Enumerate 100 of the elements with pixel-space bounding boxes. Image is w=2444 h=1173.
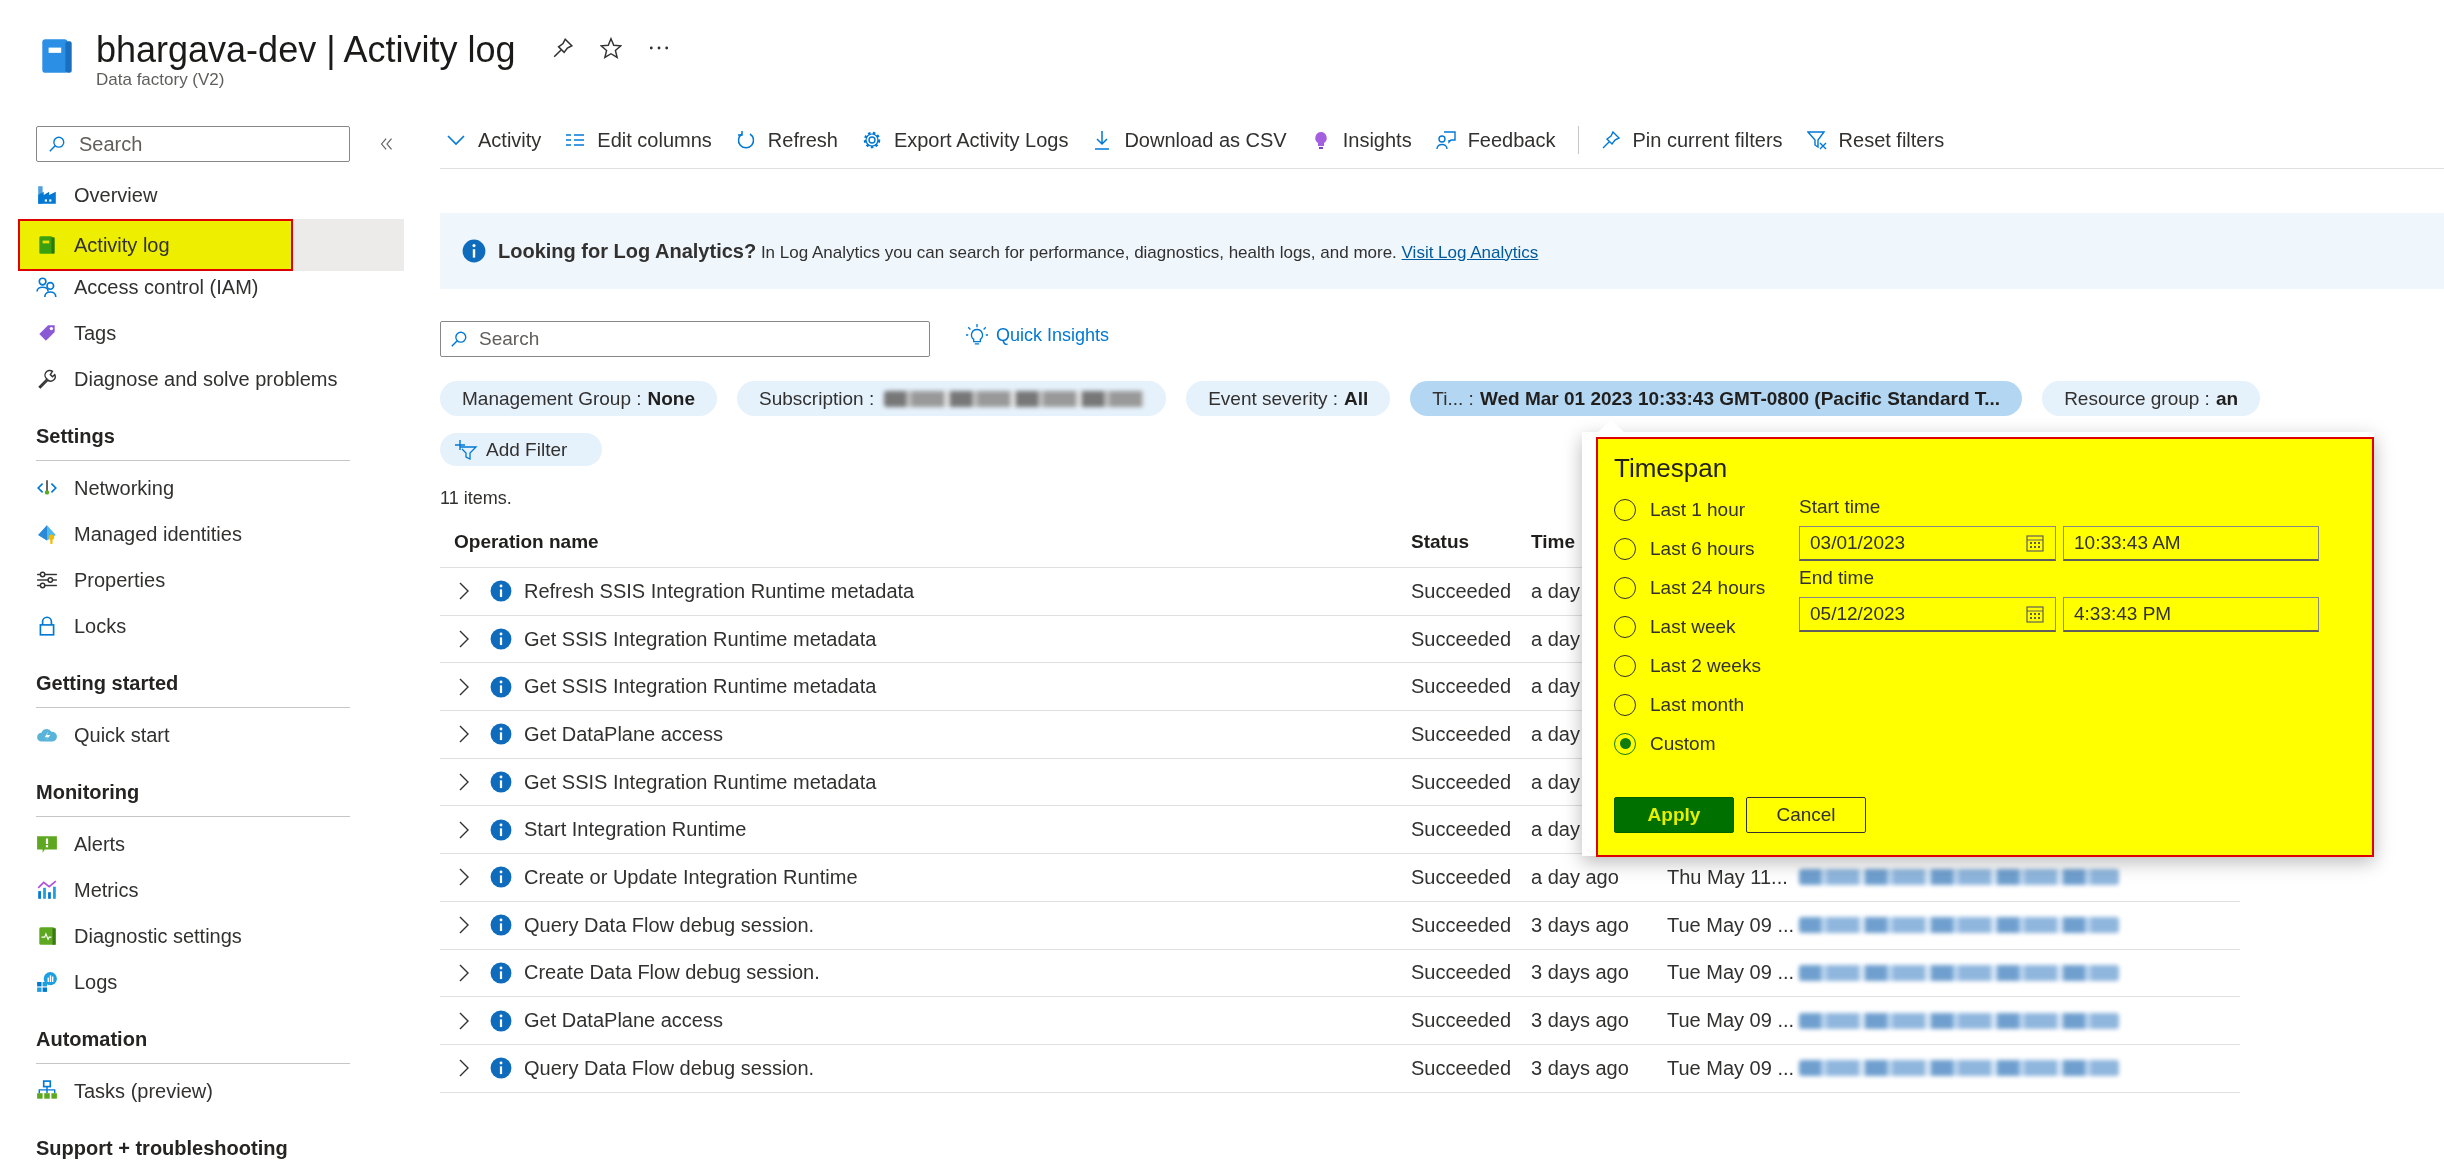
filter-pill[interactable]: Resource group : an: [2042, 381, 2261, 416]
quick-insights-link[interactable]: Quick Insights: [966, 324, 1110, 346]
item-count: 11 items.: [440, 488, 512, 509]
identity-icon: [36, 523, 58, 545]
add-filter-button[interactable]: Add Filter: [440, 433, 602, 466]
column-header: Time: [1531, 531, 1575, 553]
column-header: Operation name: [453, 531, 599, 553]
calendar-icon[interactable]: [2025, 604, 2045, 624]
nav-item[interactable]: Activity log: [18, 219, 293, 271]
filter-pill[interactable]: Ti... : Wed Mar 01 2023 10:33:43 GMT-0800 (Pacific Standard T...: [1410, 381, 2023, 416]
info-icon: [490, 1009, 512, 1032]
search-icon: [48, 135, 66, 153]
field-label: End time: [1799, 567, 1875, 590]
nav-item[interactable]: Locks: [18, 603, 404, 649]
filter-value: All: [1344, 387, 1369, 410]
operation-name: Query Data Flow debug session.: [524, 913, 815, 937]
nav-item[interactable]: Tags: [18, 310, 404, 356]
operation-name: Start Integration Runtime: [524, 818, 747, 842]
filter-label: Ti... :: [1432, 387, 1474, 410]
info-icon: [490, 675, 512, 698]
time-field[interactable]: 10:33:43 AM: [2063, 526, 2319, 561]
info-icon: [490, 961, 512, 984]
date-field[interactable]: 05/12/2023: [1799, 597, 2056, 632]
info-icon: [490, 580, 512, 603]
logs-icon: [36, 971, 58, 993]
time-text: a day: [1531, 579, 1580, 603]
time-field[interactable]: 4:33:43 PM: [2063, 597, 2319, 632]
time-text: a day ago: [1531, 865, 1619, 889]
filter-label: Resource group :: [2064, 387, 2210, 410]
calendar-icon[interactable]: [2025, 533, 2045, 553]
toolbar-button[interactable]: Pin current filters: [1588, 120, 1795, 160]
nav-item[interactable]: Managed identities: [18, 511, 404, 557]
operation-name: Get DataPlane access: [524, 722, 723, 746]
operation-name: Get SSIS Integration Runtime metadata: [524, 675, 877, 699]
refresh-icon: [735, 130, 756, 150]
diagnostic-icon: [36, 925, 58, 947]
operation-name: Get SSIS Integration Runtime metadata: [524, 627, 877, 651]
time-text: 3 days ago: [1531, 1009, 1629, 1033]
time-text: 3 days ago: [1531, 1056, 1629, 1080]
filter-pill[interactable]: Subscription :: [737, 381, 1167, 416]
section-heading: Automation: [36, 1027, 149, 1052]
wrench-icon: [36, 368, 58, 390]
status-text: Succeeded: [1411, 818, 1512, 842]
toolbar-button[interactable]: Reset filters: [1794, 120, 1957, 160]
info-icon: [490, 628, 512, 651]
timestamp-text: Tue May 09 ...: [1667, 913, 1795, 937]
toolbar-button[interactable]: Download as CSV: [1080, 120, 1299, 160]
info-icon: [490, 818, 512, 841]
radio-label: Last 24 hours: [1650, 576, 1766, 599]
people-icon: [36, 276, 58, 298]
date-field[interactable]: 03/01/2023: [1799, 526, 2056, 561]
hierarchy-icon: [36, 1080, 58, 1102]
popup-title: Timespan: [1614, 453, 1729, 484]
filter-pill[interactable]: Event severity : All: [1186, 381, 1391, 416]
apply-button[interactable]: Apply: [1614, 797, 1734, 833]
metrics-icon: [36, 879, 58, 901]
section-heading: Settings: [36, 424, 116, 449]
nav-item[interactable]: Networking: [18, 465, 404, 511]
nav-item[interactable]: Metrics: [18, 867, 404, 913]
nav-item[interactable]: Properties: [18, 557, 404, 603]
banner-text: Looking for Log Analytics? In Log Analytics you can search for performance, diagnostics, health logs, and more. Visit Log Analytics: [498, 239, 1539, 263]
gear-icon: [861, 130, 882, 150]
nav-item[interactable]: Diagnose and solve problems: [18, 356, 404, 402]
pin-icon[interactable]: [551, 37, 574, 59]
toolbar-button[interactable]: Feedback: [1423, 120, 1568, 160]
section-heading: Monitoring: [36, 780, 141, 805]
timestamp-text: Tue May 09 ...: [1667, 1056, 1795, 1080]
toolbar-button[interactable]: Edit columns: [553, 120, 724, 160]
time-text: a day: [1531, 627, 1580, 651]
banner-link[interactable]: Visit Log Analytics: [1401, 242, 1539, 262]
status-text: Succeeded: [1411, 675, 1512, 699]
time-text: a day: [1531, 770, 1580, 794]
nav-item[interactable]: Logs: [18, 959, 404, 1005]
star-icon[interactable]: [599, 37, 622, 59]
cancel-button[interactable]: Cancel: [1746, 797, 1866, 833]
nav-item[interactable]: Quick start: [18, 712, 404, 758]
search-field[interactable]: Search: [36, 126, 350, 162]
toolbar-button[interactable]: Insights: [1298, 120, 1424, 160]
time-text: a day: [1531, 675, 1580, 699]
book-icon: [36, 234, 58, 256]
status-text: Succeeded: [1411, 1056, 1512, 1080]
section-heading: Getting started: [36, 671, 180, 696]
nav-item[interactable]: Diagnostic settings: [18, 913, 404, 959]
pin-icon: [1600, 130, 1621, 150]
nav-item[interactable]: Overview: [18, 172, 404, 218]
filter-pill[interactable]: Management Group : None: [440, 381, 718, 416]
filter-clear-icon: [1806, 130, 1827, 150]
radio-label: Last month: [1650, 693, 1744, 716]
search-icon: [450, 330, 468, 348]
status-text: Succeeded: [1411, 1009, 1512, 1033]
section-heading: Support + troubleshooting: [36, 1136, 289, 1161]
timestamp-text: Tue May 09 ...: [1667, 961, 1795, 985]
toolbar-button[interactable]: Activity: [440, 120, 554, 160]
toolbar-button[interactable]: Refresh: [723, 120, 850, 160]
nav-item[interactable]: Tasks (preview): [18, 1068, 404, 1114]
search-field[interactable]: Search: [440, 321, 930, 357]
status-text: Succeeded: [1411, 722, 1512, 746]
nav-item[interactable]: Alerts: [18, 821, 404, 867]
toolbar-button[interactable]: Export Activity Logs: [849, 120, 1081, 160]
operation-name: Create or Update Integration Runtime: [524, 865, 858, 889]
